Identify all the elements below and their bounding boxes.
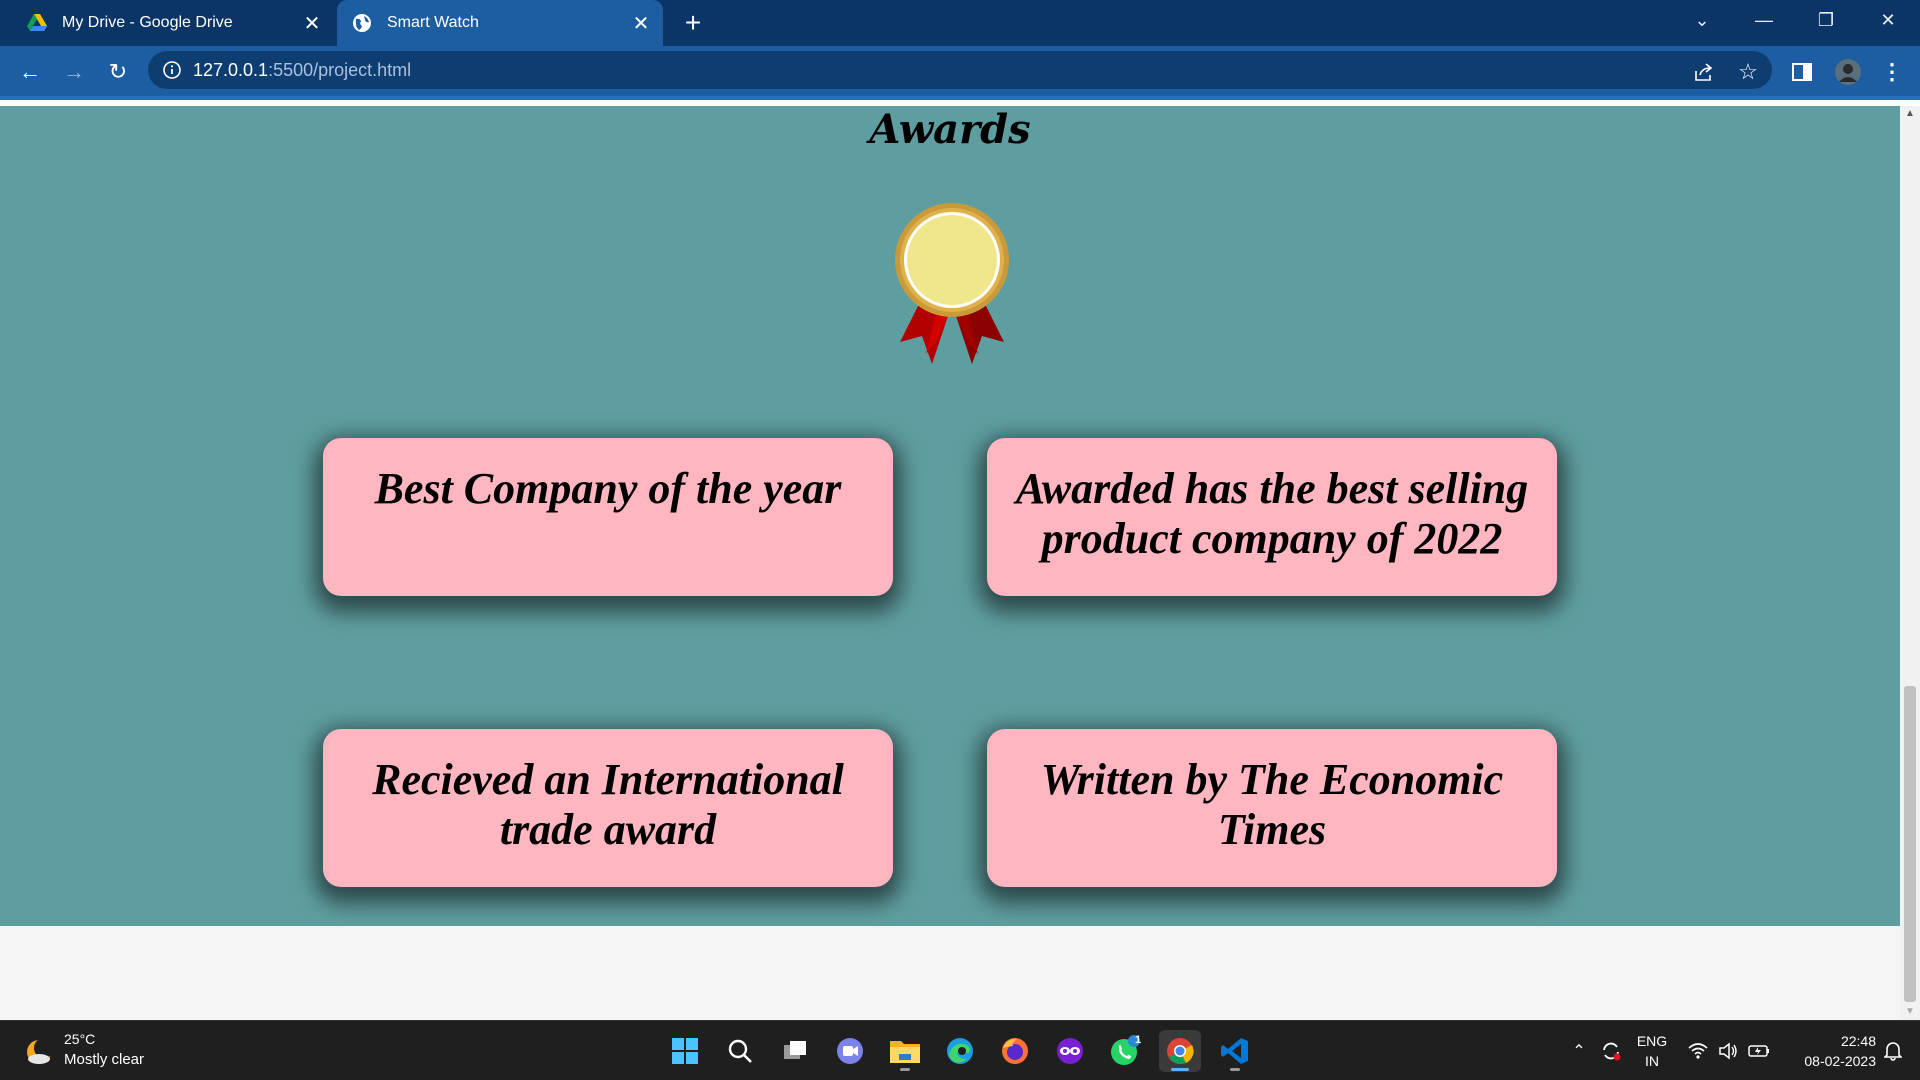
award-card: Best Company of the year xyxy=(323,438,893,596)
tab-search-chevron-icon[interactable]: ⌄ xyxy=(1674,0,1730,40)
tab-title: Smart Watch xyxy=(387,14,479,31)
firefox-icon[interactable] xyxy=(994,1030,1036,1072)
awards-section: Awards Best Company of the year Awarded … xyxy=(0,106,1900,926)
sync-icon[interactable] xyxy=(1596,1021,1626,1080)
new-tab-button[interactable]: + xyxy=(676,7,710,39)
back-button[interactable]: ← xyxy=(12,54,48,90)
edge-browser-icon[interactable] xyxy=(939,1030,981,1072)
tab-title: My Drive - Google Drive xyxy=(62,14,233,31)
system-clock[interactable]: 22:48 08-02-2023 xyxy=(1780,1031,1876,1071)
tab-google-drive[interactable]: My Drive - Google Drive ✕ xyxy=(12,0,334,46)
share-icon[interactable] xyxy=(1686,54,1722,90)
address-bar[interactable]: 127.0.0.1:5500/project.html xyxy=(148,51,1772,89)
award-card-text: Written by The Economic Times xyxy=(1040,755,1504,854)
browser-toolbar: ← → ↻ 127.0.0.1:5500/project.html ☆ ⋮ xyxy=(0,46,1920,96)
site-info-icon[interactable] xyxy=(162,60,182,80)
language-indicator[interactable]: ENG IN xyxy=(1630,1031,1674,1071)
clock-time: 22:48 xyxy=(1840,1033,1876,1049)
clock-date: 08-02-2023 xyxy=(1804,1053,1876,1069)
vscode-icon[interactable] xyxy=(1214,1030,1256,1072)
award-card-text: Recieved an International trade award xyxy=(372,755,844,854)
search-icon[interactable] xyxy=(719,1030,761,1072)
mask-app-icon[interactable] xyxy=(1049,1030,1091,1072)
scroll-thumb[interactable] xyxy=(1904,686,1916,1002)
volume-icon[interactable] xyxy=(1714,1021,1742,1080)
awards-heading: Awards xyxy=(869,106,1031,153)
weather-description: Mostly clear xyxy=(64,1051,145,1068)
url-host: 127.0.0.1 xyxy=(193,60,269,80)
tab-smart-watch[interactable]: Smart Watch ✕ xyxy=(337,0,663,46)
moon-icon xyxy=(27,1038,54,1064)
award-card: Awarded has the best selling product com… xyxy=(987,438,1557,596)
whatsapp-icon[interactable]: 1 xyxy=(1104,1030,1146,1072)
profile-avatar[interactable] xyxy=(1830,54,1866,90)
task-view-icon[interactable] xyxy=(774,1030,816,1072)
notification-bell-icon[interactable] xyxy=(1876,1021,1910,1080)
award-card: Recieved an International trade award xyxy=(323,729,893,887)
weather-temperature: 25°C xyxy=(64,1031,96,1047)
chrome-icon[interactable] xyxy=(1159,1030,1201,1072)
google-drive-icon xyxy=(26,12,48,34)
scroll-down-arrow-icon[interactable]: ▼ xyxy=(1904,1006,1916,1018)
running-indicator xyxy=(1171,1068,1189,1071)
award-card-text: Best Company of the year xyxy=(374,464,842,513)
close-tab-icon[interactable]: ✕ xyxy=(627,9,655,37)
wifi-icon[interactable] xyxy=(1684,1021,1712,1080)
close-tab-icon[interactable]: ✕ xyxy=(298,9,326,37)
side-panel-icon[interactable] xyxy=(1784,54,1820,90)
globe-icon xyxy=(351,12,373,34)
award-medal-icon xyxy=(895,203,1009,364)
minimize-button[interactable]: — xyxy=(1736,0,1792,40)
battery-icon[interactable] xyxy=(1744,1021,1774,1080)
award-card-text: Awarded has the best selling product com… xyxy=(1015,464,1529,563)
url-text: 127.0.0.1:5500/project.html xyxy=(193,60,411,81)
browser-tab-bar: My Drive - Google Drive ✕ Smart Watch ✕ … xyxy=(0,0,1920,46)
toolbar-divider xyxy=(0,96,1920,106)
forward-button[interactable]: → xyxy=(56,54,92,90)
award-card: Written by The Economic Times xyxy=(987,729,1557,887)
menu-kebab-icon[interactable]: ⋮ xyxy=(1874,54,1910,90)
restore-button[interactable]: ❐ xyxy=(1798,0,1854,40)
start-button[interactable] xyxy=(664,1030,706,1072)
windows-taskbar: 25°C Mostly clear 1 ⌃ ENG IN 22:48 08-02… xyxy=(0,1020,1920,1080)
url-path: :5500/project.html xyxy=(268,60,412,80)
page-scrollbar[interactable]: ▲ ▼ xyxy=(1900,106,1920,1020)
reload-button[interactable]: ↻ xyxy=(100,54,136,90)
close-window-button[interactable]: ✕ xyxy=(1860,0,1916,40)
notification-badge: 1 xyxy=(1134,1034,1142,1046)
language-code: ENG xyxy=(1636,1033,1668,1049)
running-indicator xyxy=(900,1068,910,1071)
region-code: IN xyxy=(1645,1053,1659,1069)
file-explorer-icon[interactable] xyxy=(884,1030,926,1072)
page-viewport: Awards Best Company of the year Awarded … xyxy=(0,106,1900,1020)
bookmark-star-icon[interactable]: ☆ xyxy=(1730,54,1766,90)
scroll-up-arrow-icon[interactable]: ▲ xyxy=(1904,108,1916,120)
running-indicator xyxy=(1230,1068,1240,1071)
chevron-up-icon[interactable]: ⌃ xyxy=(1566,1021,1592,1080)
teams-chat-icon[interactable] xyxy=(829,1030,871,1072)
weather-widget[interactable]: 25°C Mostly clear xyxy=(20,1031,170,1075)
